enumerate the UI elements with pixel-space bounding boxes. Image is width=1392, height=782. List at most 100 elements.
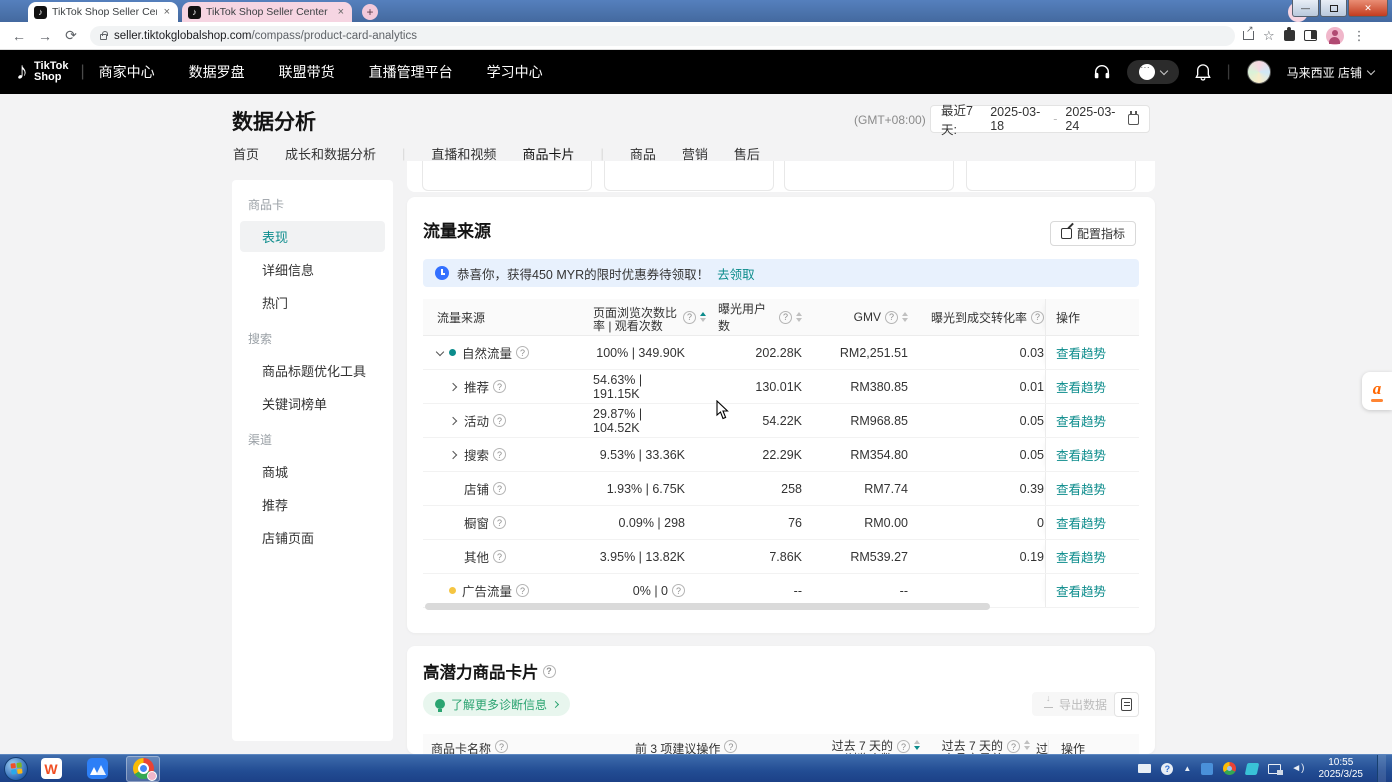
- sort-icon[interactable]: [700, 312, 706, 322]
- help-tray-icon[interactable]: ?: [1161, 763, 1173, 775]
- nav-item-learning[interactable]: 学习中心: [487, 62, 543, 82]
- view-trend-link[interactable]: 查看趋势: [1056, 479, 1106, 498]
- info-icon[interactable]: [493, 516, 506, 529]
- horizontal-scrollbar[interactable]: [425, 603, 990, 610]
- store-avatar[interactable]: [1247, 60, 1271, 84]
- sort-icon[interactable]: [796, 312, 802, 322]
- configure-metrics-button[interactable]: 配置指标: [1050, 221, 1136, 246]
- notification-bell-icon[interactable]: [1195, 63, 1211, 81]
- info-icon[interactable]: [724, 740, 737, 753]
- collapse-icon[interactable]: [436, 347, 444, 355]
- info-icon[interactable]: [516, 584, 529, 597]
- info-icon[interactable]: [495, 740, 508, 753]
- info-icon[interactable]: [493, 414, 506, 427]
- alibaba-float-widget[interactable]: a: [1362, 372, 1392, 410]
- show-desktop-button[interactable]: [1377, 755, 1386, 782]
- tray-expand-icon[interactable]: ▲: [1183, 764, 1191, 773]
- volume-icon[interactable]: ◄): [1291, 763, 1304, 774]
- extensions-icon[interactable]: [1284, 30, 1295, 41]
- info-icon[interactable]: [543, 665, 556, 678]
- sidebar-item-details[interactable]: 详细信息: [240, 254, 385, 285]
- sidebar-item-recommend[interactable]: 推荐: [240, 489, 385, 520]
- expand-icon[interactable]: [449, 450, 457, 458]
- refresh-icon[interactable]: ⟳: [58, 27, 84, 44]
- col-ratio[interactable]: 页面浏览次数比率 | 观看次数: [593, 299, 718, 335]
- metric-card[interactable]: [784, 161, 954, 191]
- bookmark-star-icon[interactable]: ☆: [1263, 28, 1275, 44]
- window-maximize-button[interactable]: [1320, 0, 1347, 17]
- info-icon[interactable]: [1007, 740, 1020, 753]
- nav-item-live-manage[interactable]: 直播管理平台: [369, 62, 453, 82]
- view-trend-link[interactable]: 查看趋势: [1056, 343, 1106, 362]
- sidebar-item-mall[interactable]: 商城: [240, 456, 385, 487]
- expand-icon[interactable]: [449, 382, 457, 390]
- tray-app-icon[interactable]: [1201, 763, 1213, 775]
- diagnosis-link[interactable]: 了解更多诊断信息: [423, 692, 570, 716]
- nav-item-seller-center[interactable]: 商家中心: [99, 62, 155, 82]
- tab-growth-analytics[interactable]: 成长和数据分析: [285, 144, 376, 171]
- sidebar-item-title-optimizer[interactable]: 商品标题优化工具: [240, 355, 385, 386]
- share-icon[interactable]: [1243, 31, 1254, 40]
- info-icon[interactable]: [493, 448, 506, 461]
- info-icon[interactable]: [516, 346, 529, 359]
- info-icon[interactable]: [885, 311, 898, 324]
- export-data-button[interactable]: 导出数据: [1032, 692, 1119, 716]
- store-selector[interactable]: 马来西亚 店铺: [1287, 64, 1374, 81]
- forward-icon[interactable]: →: [32, 28, 58, 44]
- messages-button[interactable]: [1127, 60, 1179, 84]
- expand-icon[interactable]: [449, 416, 457, 424]
- view-trend-link[interactable]: 查看趋势: [1056, 377, 1106, 396]
- sidebar-item-shop-page[interactable]: 店铺页面: [240, 522, 385, 553]
- metric-card[interactable]: [966, 161, 1136, 191]
- info-icon[interactable]: [672, 584, 685, 597]
- browser-menu-icon[interactable]: ⋮: [1353, 28, 1366, 44]
- tray-chrome-icon[interactable]: [1223, 762, 1236, 775]
- date-range-picker[interactable]: 最近7天: 2025-03-18 - 2025-03-24: [930, 105, 1150, 133]
- sidebar-item-trending[interactable]: 热门: [240, 287, 385, 318]
- col-gmv[interactable]: GMV: [812, 299, 915, 335]
- sidebar-item-keyword-ranking[interactable]: 关键词榜单: [240, 388, 385, 419]
- view-trend-link[interactable]: 查看趋势: [1056, 411, 1106, 430]
- side-panel-icon[interactable]: [1304, 30, 1317, 41]
- view-trend-link[interactable]: 查看趋势: [1056, 445, 1106, 464]
- info-icon[interactable]: [683, 311, 696, 324]
- window-close-button[interactable]: ✕: [1348, 0, 1388, 17]
- tiktok-shop-logo[interactable]: ♪ TikTokShop: [16, 58, 68, 86]
- language-bar-icon[interactable]: [1138, 764, 1151, 773]
- tray-teal-app-icon[interactable]: [1245, 763, 1260, 775]
- sidebar-item-performance[interactable]: 表现: [240, 221, 385, 252]
- metric-card[interactable]: [422, 161, 592, 191]
- back-icon[interactable]: ←: [6, 28, 32, 44]
- browser-profile-avatar[interactable]: [1326, 27, 1344, 45]
- tab-close-icon[interactable]: ×: [336, 6, 346, 18]
- nav-item-data-compass[interactable]: 数据罗盘: [189, 62, 245, 82]
- new-tab-button[interactable]: +: [362, 4, 378, 20]
- tab-home[interactable]: 首页: [233, 144, 259, 171]
- taskbar-wps-button[interactable]: W: [34, 756, 68, 782]
- info-icon[interactable]: [897, 740, 910, 753]
- info-icon[interactable]: [493, 550, 506, 563]
- start-button[interactable]: [4, 757, 28, 781]
- col-conversion[interactable]: 曝光到成交转化率: [915, 299, 1045, 335]
- address-bar[interactable]: seller.tiktokglobalshop.com/compass/prod…: [90, 26, 1235, 46]
- nav-item-affiliate[interactable]: 联盟带货: [279, 62, 335, 82]
- claim-coupon-link[interactable]: 去领取: [717, 264, 755, 283]
- col-users[interactable]: 曝光用户数: [718, 299, 812, 335]
- info-icon[interactable]: [1031, 311, 1044, 324]
- sort-icon[interactable]: [902, 312, 908, 322]
- view-trend-link[interactable]: 查看趋势: [1056, 581, 1106, 600]
- headset-icon[interactable]: [1093, 63, 1111, 81]
- info-icon[interactable]: [493, 380, 506, 393]
- metric-card[interactable]: [604, 161, 774, 191]
- taskbar-chrome-button[interactable]: [126, 756, 160, 782]
- taskbar-clock[interactable]: 10:55 2025/3/25: [1319, 757, 1364, 781]
- info-icon[interactable]: [779, 311, 792, 324]
- window-minimize-button[interactable]: —: [1292, 0, 1319, 17]
- info-icon[interactable]: [493, 482, 506, 495]
- browser-tab-inactive[interactable]: ♪ TikTok Shop Seller Center | Cr ×: [182, 2, 352, 22]
- network-icon[interactable]: [1268, 764, 1281, 774]
- tab-close-icon[interactable]: ×: [162, 6, 172, 18]
- view-trend-link[interactable]: 查看趋势: [1056, 547, 1106, 566]
- view-trend-link[interactable]: 查看趋势: [1056, 513, 1106, 532]
- report-list-button[interactable]: [1114, 692, 1139, 717]
